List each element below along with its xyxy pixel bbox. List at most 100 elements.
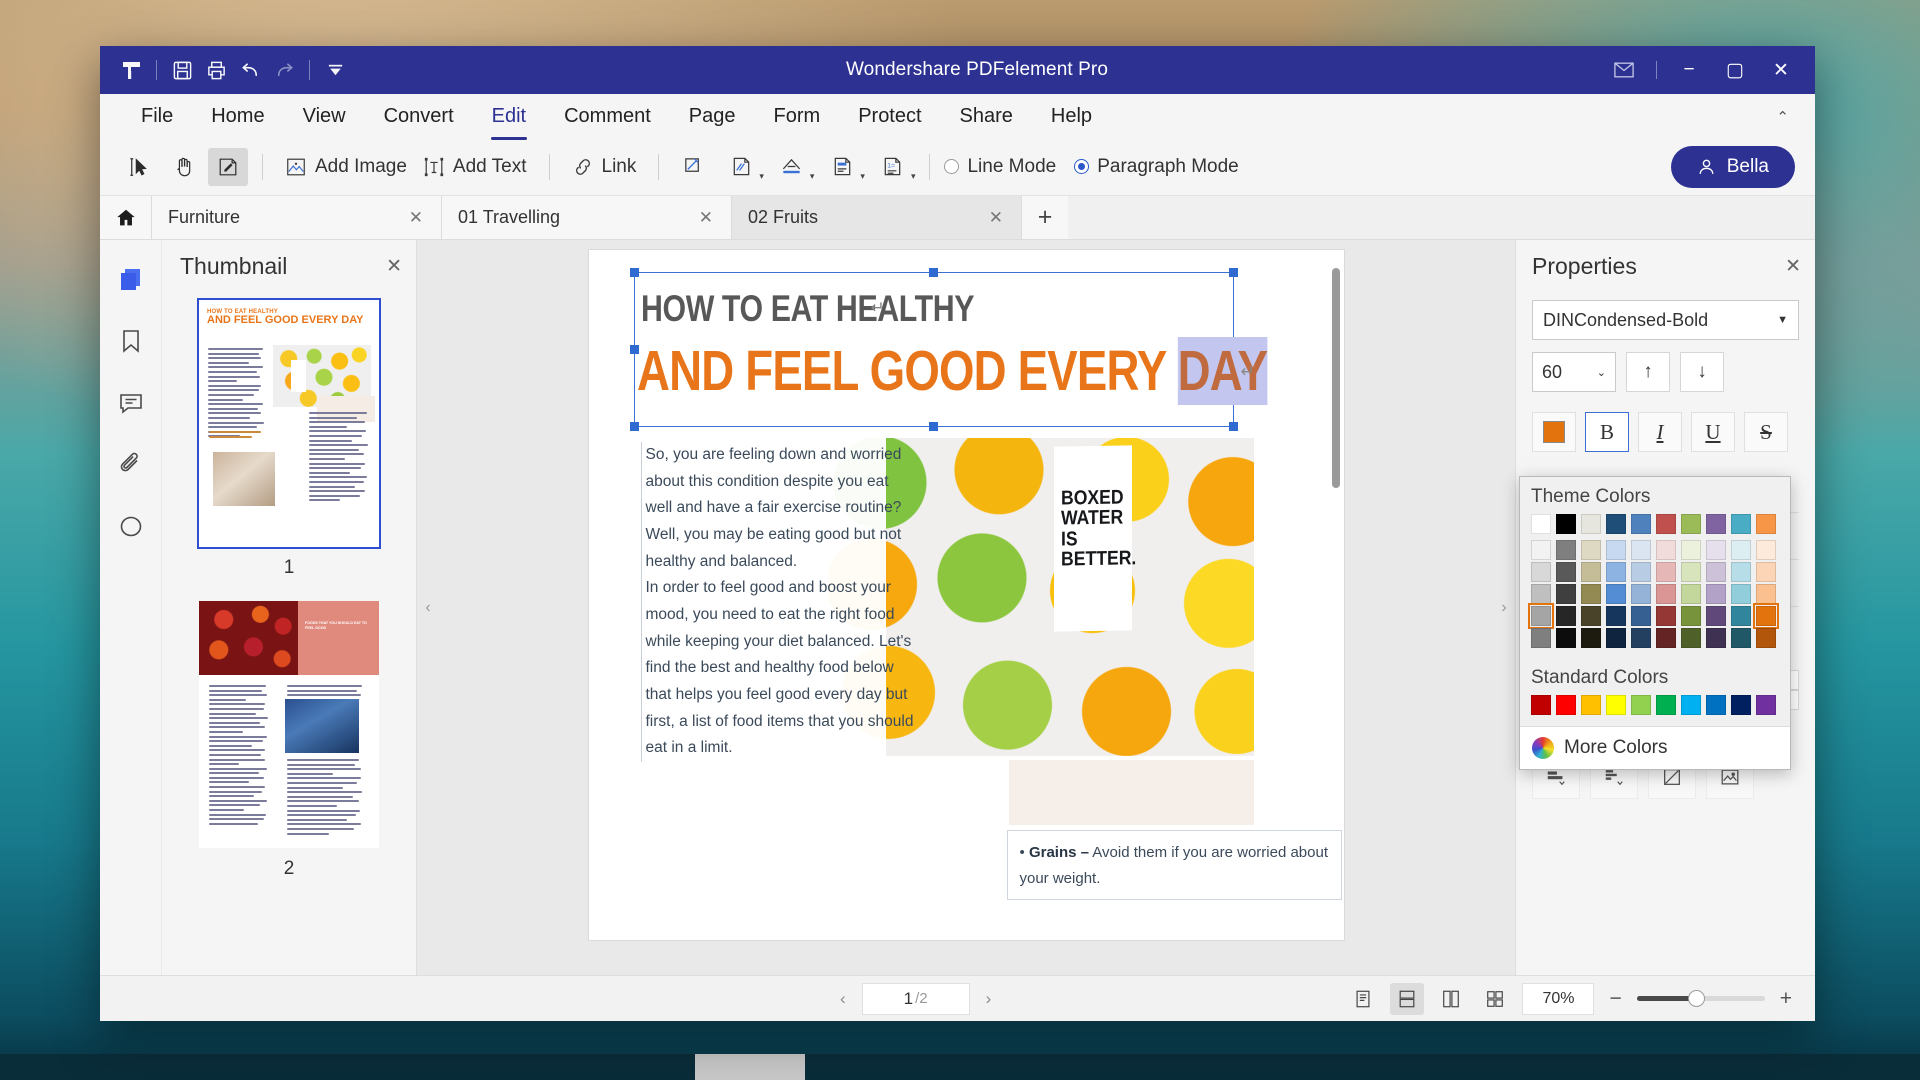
- comment-panel-icon[interactable]: [114, 510, 148, 544]
- home-icon[interactable]: [100, 196, 152, 239]
- body-text-column[interactable]: So, you are feeling down and worried abo…: [640, 442, 916, 762]
- theme-color-swatch[interactable]: [1681, 562, 1701, 582]
- menu-view[interactable]: View: [284, 99, 365, 134]
- theme-color-swatch[interactable]: [1606, 606, 1626, 626]
- menu-file[interactable]: File: [122, 99, 192, 134]
- link-button[interactable]: Link: [564, 152, 645, 182]
- resize-handle-br[interactable]: [1228, 422, 1238, 431]
- line-mode-radio[interactable]: Line Mode: [944, 156, 1056, 178]
- theme-color-swatch[interactable]: [1581, 606, 1601, 626]
- facing-view-icon[interactable]: [1434, 983, 1468, 1015]
- resize-handle-bl[interactable]: [629, 422, 639, 431]
- theme-color-swatch[interactable]: [1656, 514, 1676, 534]
- add-image-button[interactable]: Add Image: [277, 152, 415, 182]
- theme-color-swatch[interactable]: [1656, 562, 1676, 582]
- collapse-right-panel-icon[interactable]: ›: [1493, 240, 1515, 975]
- theme-color-swatch[interactable]: [1581, 540, 1601, 560]
- zoom-slider[interactable]: [1636, 990, 1765, 1007]
- collapse-ribbon-icon[interactable]: ⌃: [1776, 108, 1789, 126]
- hand-tool-icon[interactable]: [164, 148, 204, 186]
- save-icon[interactable]: [165, 53, 199, 87]
- theme-color-swatch[interactable]: [1556, 584, 1576, 604]
- standard-colors-grid[interactable]: [1520, 695, 1790, 726]
- text-color-button[interactable]: [1532, 412, 1576, 452]
- pdf-page[interactable]: HOW TO EAT HEALTHY ↵ AND FEEL GOOD EVERY…: [588, 250, 1344, 940]
- theme-color-swatch[interactable]: [1681, 584, 1701, 604]
- theme-color-swatch[interactable]: [1606, 584, 1626, 604]
- theme-color-swatch[interactable]: [1556, 540, 1576, 560]
- zoom-in-button[interactable]: +: [1775, 987, 1797, 1011]
- standard-color-swatch[interactable]: [1606, 695, 1626, 715]
- page-scrollbar-thumb[interactable]: [1331, 268, 1340, 488]
- theme-color-swatch[interactable]: [1531, 628, 1551, 648]
- menu-form[interactable]: Form: [755, 99, 840, 134]
- heading-line-1[interactable]: HOW TO EAT HEALTHY: [641, 288, 974, 330]
- theme-color-swatch[interactable]: [1528, 603, 1554, 629]
- single-page-view-icon[interactable]: [1346, 983, 1380, 1015]
- theme-color-swatch[interactable]: [1681, 514, 1701, 534]
- page-viewport[interactable]: HOW TO EAT HEALTHY ↵ AND FEEL GOOD EVERY…: [439, 240, 1493, 975]
- standard-color-swatch[interactable]: [1581, 695, 1601, 715]
- theme-color-swatch[interactable]: [1631, 606, 1651, 626]
- thumbnail-panel-close-icon[interactable]: ✕: [386, 255, 402, 278]
- theme-color-swatch[interactable]: [1531, 562, 1551, 582]
- redact-icon[interactable]: [721, 148, 761, 186]
- theme-color-swatch[interactable]: [1731, 584, 1751, 604]
- theme-color-swatch[interactable]: [1606, 628, 1626, 648]
- standard-color-swatch[interactable]: [1731, 695, 1751, 715]
- theme-color-swatch[interactable]: [1631, 628, 1651, 648]
- theme-color-swatch[interactable]: [1681, 628, 1701, 648]
- watermark-icon[interactable]: [772, 148, 812, 186]
- add-text-button[interactable]: Add Text: [415, 152, 535, 182]
- zoom-slider-knob[interactable]: [1687, 990, 1705, 1007]
- header-footer-dropdown-icon[interactable]: ▾: [860, 171, 865, 182]
- mail-icon[interactable]: [1602, 50, 1646, 90]
- grains-callout[interactable]: • Grains – Avoid them if you are worried…: [1006, 830, 1342, 900]
- redact-dropdown-icon[interactable]: ▾: [759, 171, 764, 182]
- customize-dropdown-icon[interactable]: [318, 53, 352, 87]
- resize-handle-tr[interactable]: [1228, 268, 1238, 277]
- bates-dropdown-icon[interactable]: ▾: [911, 171, 916, 182]
- theme-color-swatch[interactable]: [1706, 514, 1726, 534]
- properties-close-icon[interactable]: ✕: [1785, 255, 1801, 278]
- zoom-level-field[interactable]: 70%: [1522, 982, 1595, 1015]
- attachment-panel-icon[interactable]: [114, 448, 148, 482]
- theme-color-swatch[interactable]: [1656, 540, 1676, 560]
- theme-color-swatch[interactable]: [1581, 584, 1601, 604]
- theme-color-swatch[interactable]: [1756, 540, 1776, 560]
- heading-line-2[interactable]: AND FEEL GOOD EVERY DAY: [637, 337, 1268, 405]
- standard-color-swatch[interactable]: [1556, 695, 1576, 715]
- header-footer-icon[interactable]: [822, 148, 862, 186]
- theme-color-swatch[interactable]: [1681, 540, 1701, 560]
- redact-button[interactable]: ▾: [721, 148, 764, 186]
- bookmark-panel-icon[interactable]: [114, 324, 148, 358]
- theme-color-swatch[interactable]: [1656, 584, 1676, 604]
- account-button[interactable]: Bella: [1670, 145, 1795, 188]
- tab-01-travelling-close-icon[interactable]: ✕: [697, 208, 715, 228]
- theme-color-swatch[interactable]: [1756, 628, 1776, 648]
- theme-color-swatch[interactable]: [1631, 540, 1651, 560]
- next-page-button[interactable]: ›: [982, 989, 996, 1009]
- continuous-view-icon[interactable]: [1390, 982, 1425, 1015]
- menu-help[interactable]: Help: [1032, 99, 1111, 134]
- prev-page-button[interactable]: ‹: [836, 989, 850, 1009]
- strikethrough-button[interactable]: S: [1744, 412, 1788, 452]
- standard-color-swatch[interactable]: [1681, 695, 1701, 715]
- watermark-dropdown-icon[interactable]: ▾: [810, 171, 815, 182]
- theme-color-swatch[interactable]: [1731, 514, 1751, 534]
- theme-color-swatch[interactable]: [1756, 514, 1776, 534]
- theme-color-swatch[interactable]: [1731, 606, 1751, 626]
- menu-home[interactable]: Home: [192, 99, 283, 134]
- standard-color-swatch[interactable]: [1531, 695, 1551, 715]
- edit-tool-icon[interactable]: [208, 147, 248, 186]
- increase-font-size-button[interactable]: ↑: [1626, 352, 1670, 392]
- menu-share[interactable]: Share: [941, 99, 1032, 134]
- thumbnail-list[interactable]: HOW TO EAT HEALTHY AND FEEL GOOD EVERY D…: [162, 292, 416, 975]
- menu-page[interactable]: Page: [670, 99, 755, 134]
- menu-convert[interactable]: Convert: [365, 99, 473, 134]
- theme-color-swatch[interactable]: [1731, 628, 1751, 648]
- theme-color-swatch[interactable]: [1606, 514, 1626, 534]
- app-logo-icon[interactable]: [114, 53, 148, 87]
- color-picker-popup[interactable]: Theme Colors Standard Colors More Colors: [1519, 476, 1791, 770]
- theme-color-swatch[interactable]: [1656, 606, 1676, 626]
